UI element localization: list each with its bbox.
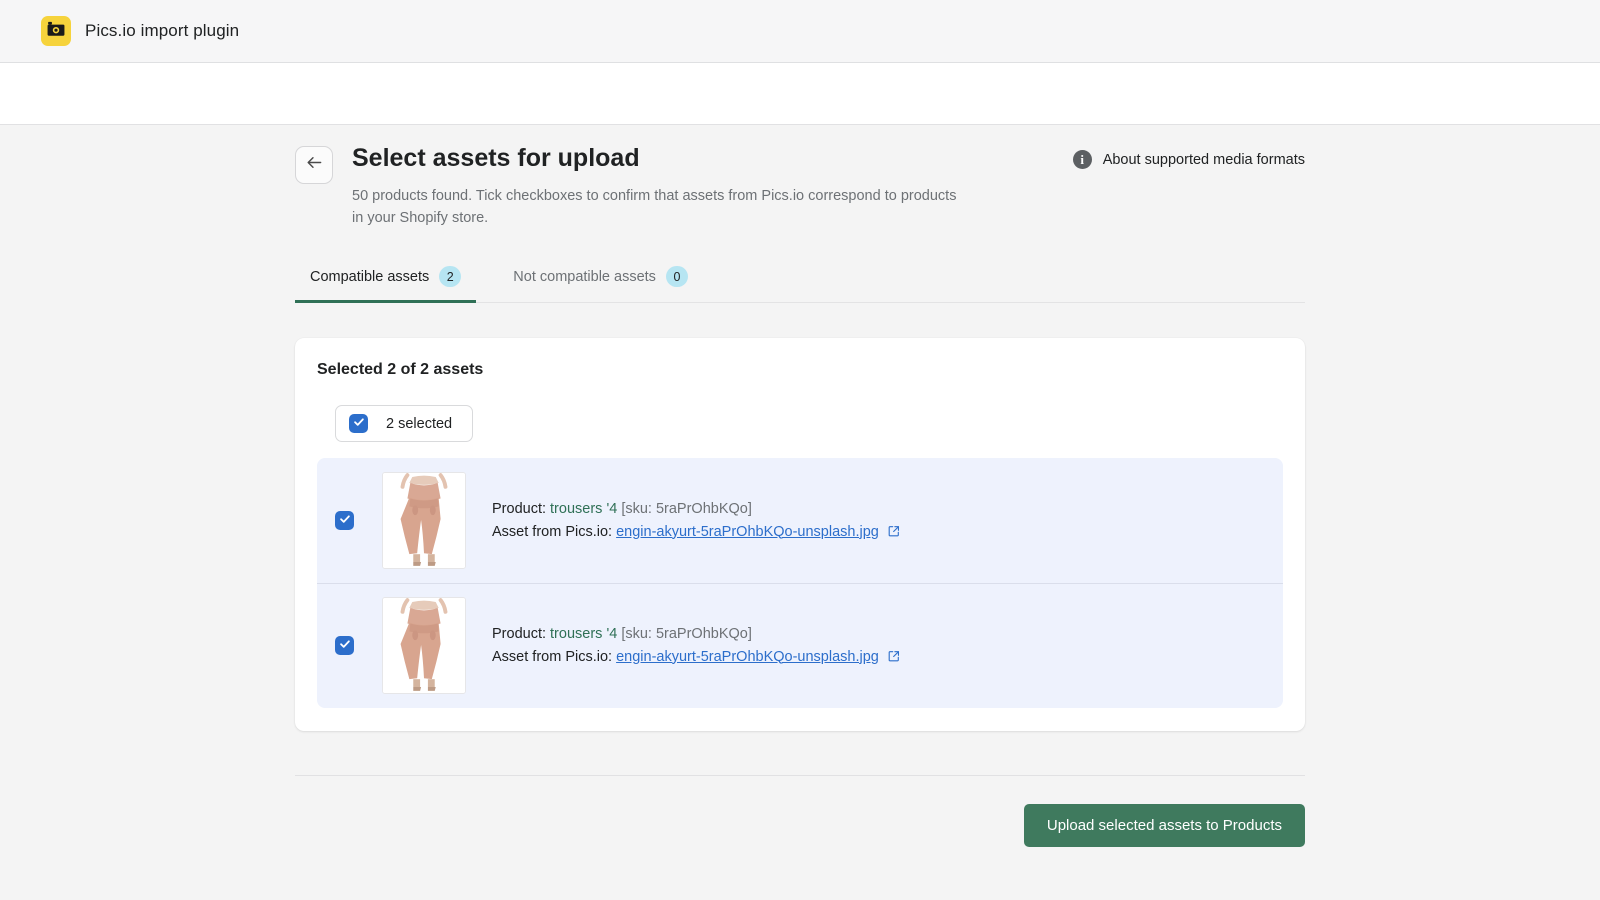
asset-list: Product: trousers '4 [sku: 5raPrOhbKQo] …	[317, 458, 1283, 708]
asset-label: Asset from Pics.io:	[492, 649, 612, 665]
asset-info: Product: trousers '4 [sku: 5raPrOhbKQo] …	[492, 623, 900, 669]
about-media-formats-label: About supported media formats	[1103, 152, 1305, 168]
asset-info: Product: trousers '4 [sku: 5raPrOhbKQo] …	[492, 498, 900, 544]
product-sku: [sku: 5raPrOhbKQo]	[621, 501, 752, 517]
external-link-icon[interactable]	[888, 525, 900, 541]
product-sku: [sku: 5raPrOhbKQo]	[621, 626, 752, 642]
app-bar: Pics.io import plugin	[0, 0, 1600, 63]
asset-filename-link[interactable]: engin-akyurt-5raPrOhbKQo-unsplash.jpg	[616, 524, 879, 540]
arrow-left-icon	[306, 154, 323, 176]
back-button[interactable]	[295, 146, 333, 184]
product-label: Product:	[492, 501, 546, 517]
check-icon	[339, 512, 351, 530]
table-row[interactable]: Product: trousers '4 [sku: 5raPrOhbKQo] …	[317, 458, 1283, 583]
product-label: Product:	[492, 626, 546, 642]
footer-actions: Upload selected assets to Products	[295, 776, 1305, 847]
tab-compatible-assets-label: Compatible assets	[310, 269, 429, 285]
assets-card: Selected 2 of 2 assets 2 selected	[295, 338, 1305, 731]
tab-compatible-assets-badge: 2	[439, 266, 461, 287]
camera-icon	[47, 21, 65, 42]
page-title: Select assets for upload	[352, 143, 962, 173]
tab-bar: Compatible assets 2 Not compatible asset…	[295, 260, 1305, 303]
sub-bar	[0, 63, 1600, 125]
row-checkbox[interactable]	[335, 636, 354, 655]
asset-line: Asset from Pics.io: engin-akyurt-5raPrOh…	[492, 646, 900, 669]
select-all-control[interactable]: 2 selected	[335, 405, 473, 442]
product-name: trousers '4	[550, 501, 617, 517]
tab-not-compatible-assets-badge: 0	[666, 266, 688, 287]
tab-not-compatible-assets-label: Not compatible assets	[513, 269, 656, 285]
product-line: Product: trousers '4 [sku: 5raPrOhbKQo]	[492, 498, 900, 521]
table-row[interactable]: Product: trousers '4 [sku: 5raPrOhbKQo] …	[317, 583, 1283, 708]
check-icon	[353, 415, 365, 433]
asset-filename-link[interactable]: engin-akyurt-5raPrOhbKQo-unsplash.jpg	[616, 649, 879, 665]
asset-thumbnail[interactable]	[382, 472, 466, 569]
tab-compatible-assets[interactable]: Compatible assets 2	[295, 260, 476, 303]
asset-thumbnail[interactable]	[382, 597, 466, 694]
assets-card-title: Selected 2 of 2 assets	[317, 361, 1283, 379]
about-media-formats-link[interactable]: i About supported media formats	[1073, 150, 1305, 169]
picsio-logo	[41, 16, 71, 46]
asset-line: Asset from Pics.io: engin-akyurt-5raPrOh…	[492, 521, 900, 544]
page-header: Select assets for upload 50 products fou…	[295, 125, 1305, 229]
check-icon	[339, 637, 351, 655]
page-subtitle: 50 products found. Tick checkboxes to co…	[352, 185, 962, 229]
app-title: Pics.io import plugin	[85, 21, 239, 41]
upload-selected-assets-button[interactable]: Upload selected assets to Products	[1024, 804, 1305, 847]
row-checkbox[interactable]	[335, 511, 354, 530]
asset-label: Asset from Pics.io:	[492, 524, 612, 540]
info-icon: i	[1073, 150, 1092, 169]
select-all-label: 2 selected	[386, 416, 452, 432]
product-name: trousers '4	[550, 626, 617, 642]
product-line: Product: trousers '4 [sku: 5raPrOhbKQo]	[492, 623, 900, 646]
external-link-icon[interactable]	[888, 650, 900, 666]
brand: Pics.io import plugin	[41, 16, 239, 46]
select-all-checkbox[interactable]	[349, 414, 368, 433]
tab-not-compatible-assets[interactable]: Not compatible assets 0	[498, 260, 703, 303]
page-body: Select assets for upload 50 products fou…	[0, 125, 1600, 847]
